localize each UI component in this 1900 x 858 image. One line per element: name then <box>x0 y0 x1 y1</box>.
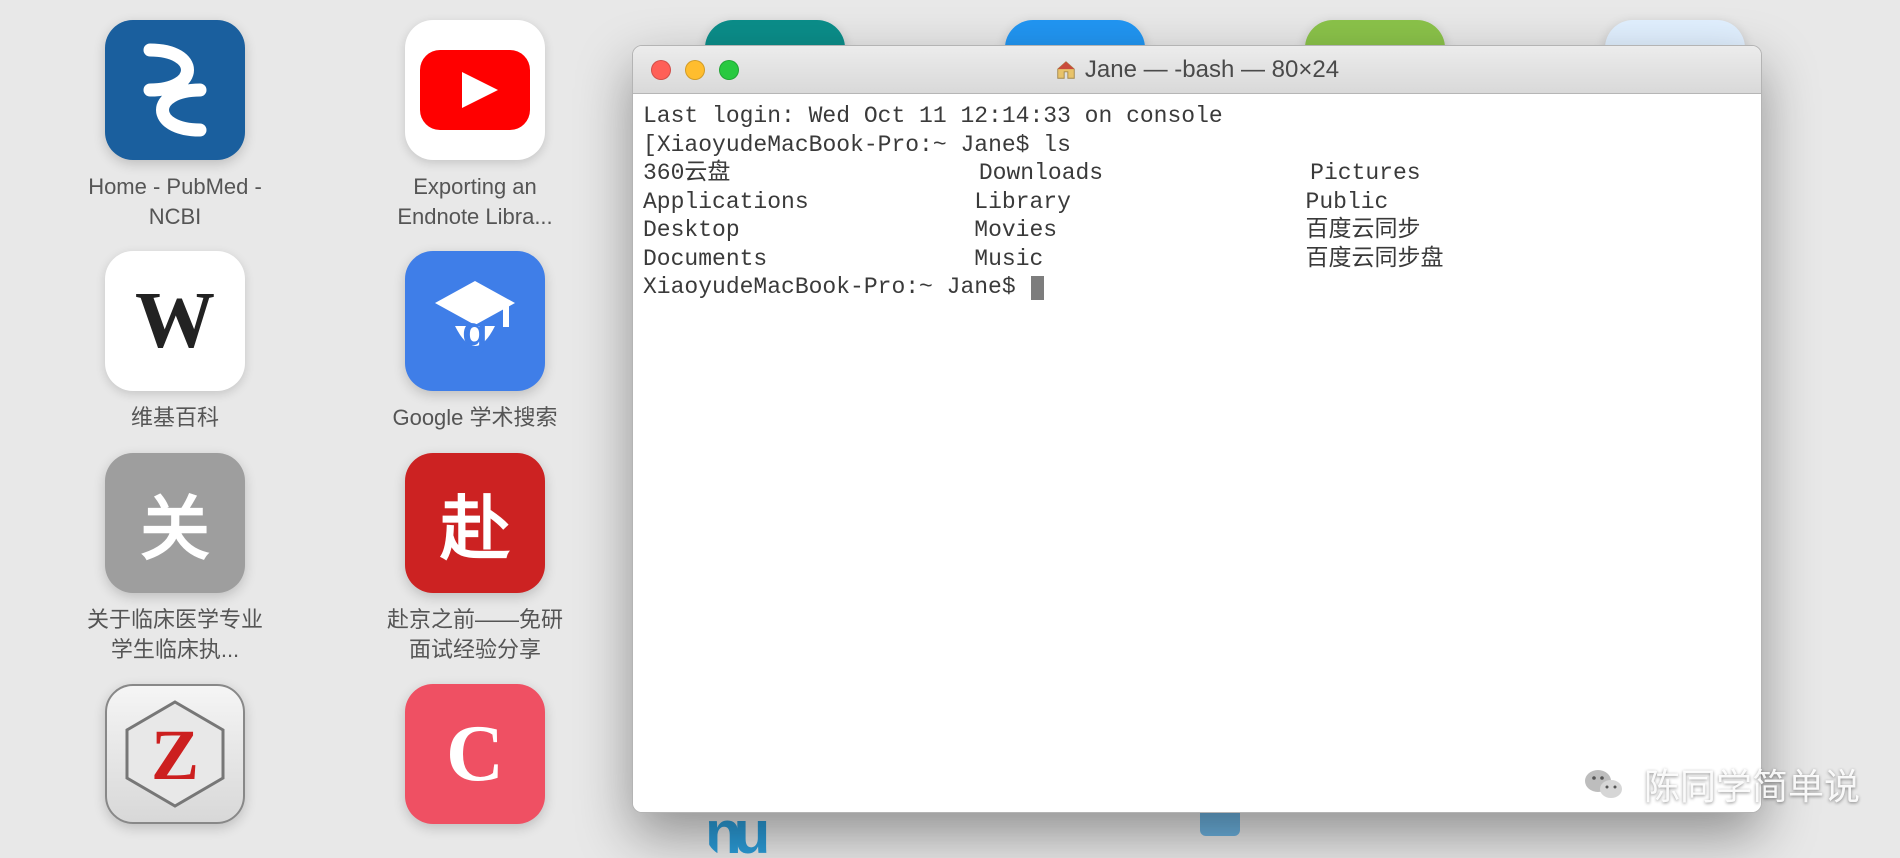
terminal-line: Last login: Wed Oct 11 12:14:33 on conso… <box>643 103 1223 129</box>
watermark-text: 陈同学简单说 <box>1644 758 1860 810</box>
desktop-icon-zotero[interactable]: Z <box>80 684 270 836</box>
terminal-title: Jane — -bash — 80×24 <box>633 56 1761 84</box>
window-controls <box>651 60 739 80</box>
desktop-icon-label: 维基百科 <box>131 403 219 433</box>
desktop-icon-label: Home - PubMed - NCBI <box>80 172 270 231</box>
watermark: 陈同学简单说 <box>1578 758 1860 810</box>
guan-icon: 关 <box>105 453 245 593</box>
terminal-prompt: XiaoyudeMacBook-Pro:~ Jane$ <box>657 132 1030 158</box>
zotero-icon: Z <box>105 684 245 824</box>
desktop-col-1: Exporting an Endnote Libra... g Google 学… <box>380 20 570 836</box>
youtube-icon <box>405 20 545 160</box>
ls-col1-0: 360云盘 <box>643 160 730 186</box>
terminal-prompt-2: XiaoyudeMacBook-Pro:~ Jane$ <box>643 274 1016 300</box>
bracket: [ <box>643 132 657 158</box>
ls-col2-3: Music <box>974 246 1043 272</box>
terminal-cursor <box>1031 276 1044 300</box>
close-button[interactable] <box>651 60 671 80</box>
c-icon: C <box>405 684 545 824</box>
ls-col2-2: Movies <box>974 217 1057 243</box>
desktop-icon-label: Google 学术搜索 <box>392 403 557 433</box>
desktop-icon-scholar[interactable]: g Google 学术搜索 <box>380 251 570 433</box>
pubmed-icon <box>105 20 245 160</box>
desktop-col-0: Home - PubMed - NCBI W 维基百科 关 关于临床医学专业学生… <box>80 20 270 836</box>
ls-col2-1: Library <box>974 189 1071 215</box>
minimize-button[interactable] <box>685 60 705 80</box>
terminal-window[interactable]: Jane — -bash — 80×24 Last login: Wed Oct… <box>632 45 1762 813</box>
terminal-command: ls <box>1043 132 1071 158</box>
terminal-titlebar[interactable]: Jane — -bash — 80×24 <box>633 46 1761 94</box>
scholar-icon: g <box>405 251 545 391</box>
ls-col1-1: Applications <box>643 189 809 215</box>
svg-text:Z: Z <box>151 715 199 795</box>
ls-col3-2: 百度云同步 <box>1306 217 1421 243</box>
zoom-button[interactable] <box>719 60 739 80</box>
wechat-icon <box>1578 758 1630 810</box>
terminal-body[interactable]: Last login: Wed Oct 11 12:14:33 on conso… <box>633 94 1761 812</box>
desktop-icon-c[interactable]: C <box>380 684 570 836</box>
ls-col1-3: Documents <box>643 246 767 272</box>
desktop-icon-pubmed[interactable]: Home - PubMed - NCBI <box>80 20 270 231</box>
wikipedia-icon: W <box>105 251 245 391</box>
ls-col1-2: Desktop <box>643 217 740 243</box>
desktop-icon-label: 关于临床医学专业学生临床执... <box>80 605 270 664</box>
desktop-icon-label: Exporting an Endnote Libra... <box>380 172 570 231</box>
desktop-icon-guan[interactable]: 关 关于临床医学专业学生临床执... <box>80 453 270 664</box>
desktop-icon-youtube[interactable]: Exporting an Endnote Libra... <box>380 20 570 231</box>
ls-col3-1: Public <box>1306 189 1389 215</box>
ls-col3-0: Pictures <box>1310 160 1420 186</box>
ls-col3-3: 百度云同步盘 <box>1306 246 1444 272</box>
desktop-icon-fu[interactable]: 赴 赴京之前——免研面试经验分享 <box>380 453 570 664</box>
desktop-icon-wikipedia[interactable]: W 维基百科 <box>80 251 270 433</box>
desktop-icon-label: 赴京之前——免研面试经验分享 <box>380 605 570 664</box>
svg-text:g: g <box>462 308 488 355</box>
home-icon <box>1055 59 1077 81</box>
ls-col2-0: Downloads <box>979 160 1103 186</box>
fu-icon: 赴 <box>405 453 545 593</box>
